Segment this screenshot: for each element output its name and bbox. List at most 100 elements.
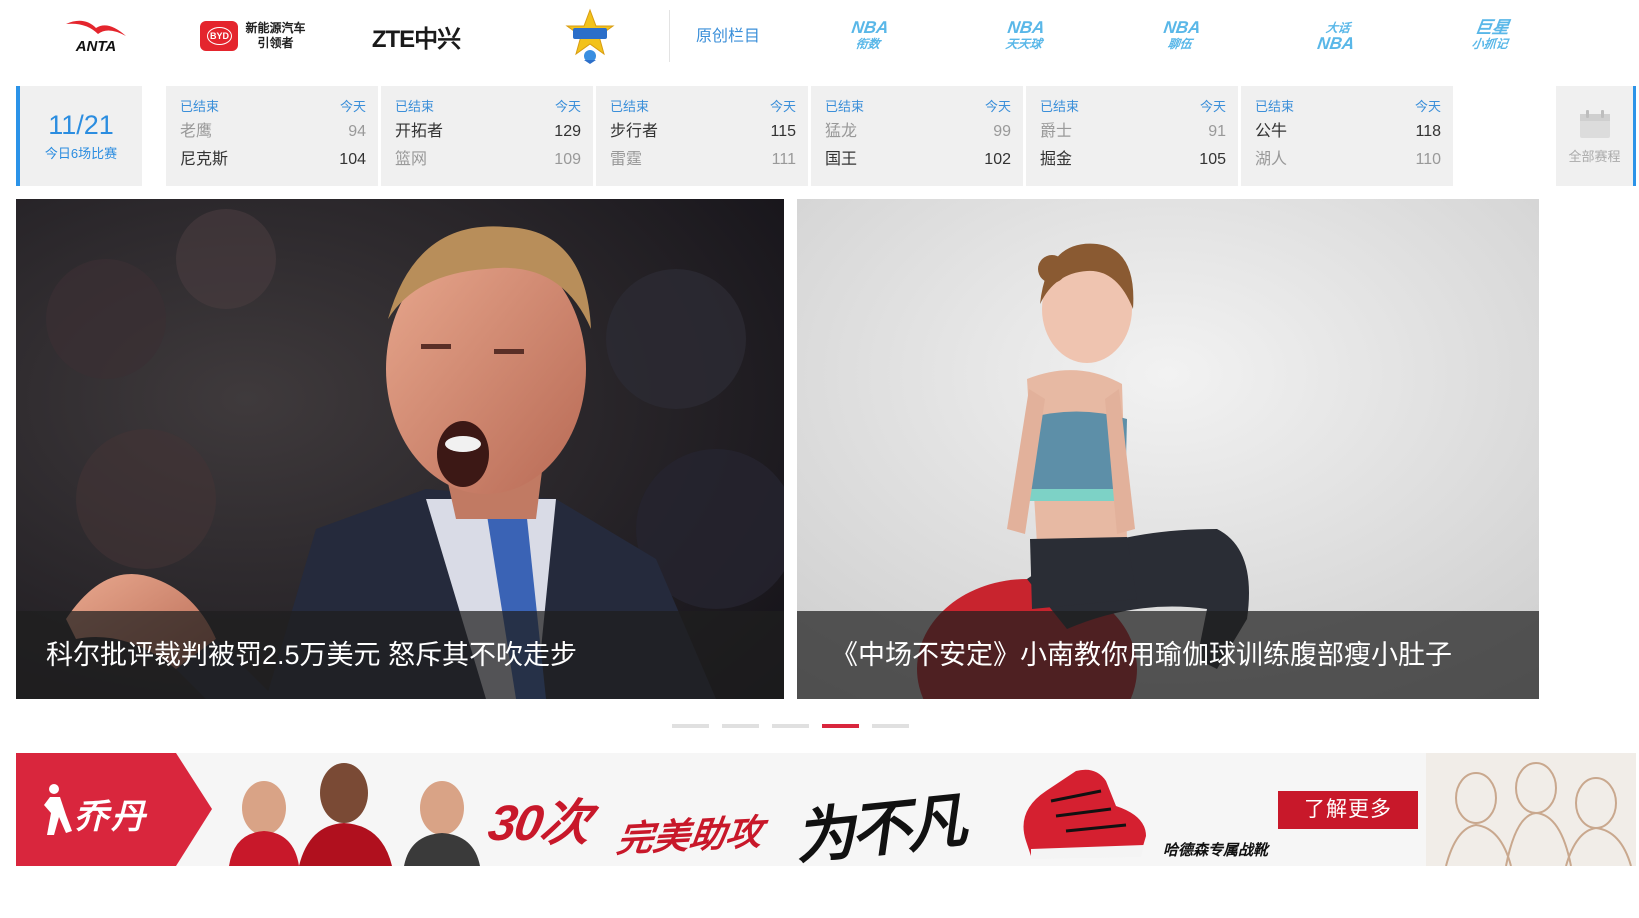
byd-badge-icon: BYD: [200, 21, 239, 51]
byd-slogan: 新能源汽车 引领者: [245, 21, 306, 50]
game-day: 今天: [554, 99, 581, 114]
team-name: 篮网: [395, 151, 428, 168]
program-nba-tiantianqiu[interactable]: NBA 天天球: [978, 10, 1071, 62]
calendar-icon: [1579, 110, 1610, 138]
program-nba-shushu[interactable]: NBA 衔数: [822, 10, 915, 62]
team-score: 105: [1199, 151, 1226, 168]
team-score: 109: [554, 151, 581, 168]
hero-caption-yoga: 《中场不安定》小南教你用瑜伽球训练腹部瘦小肚子: [797, 611, 1539, 699]
team-name: 步行者: [610, 123, 659, 140]
team-score: 115: [770, 123, 796, 140]
game-card[interactable]: 已结束 今天开拓者 129 篮网 109: [381, 86, 593, 186]
game-header: 已结束 今天: [180, 96, 366, 118]
schedule-date-box[interactable]: 11/21 今日6场比赛: [16, 86, 142, 186]
team-score: 102: [984, 151, 1011, 168]
game-card[interactable]: 已结束 今天猛龙 99 国王 102: [811, 86, 1023, 186]
game-card[interactable]: 已结束 今天公牛 118 湖人 110: [1241, 86, 1453, 186]
game-status: 已结束: [1255, 99, 1295, 114]
game-day: 今天: [1414, 99, 1441, 114]
team-name: 公牛: [1255, 123, 1288, 140]
game-home-team: 国王 102: [825, 146, 1011, 174]
carousel-dot[interactable]: [872, 724, 909, 728]
schedule-date: 11/21: [48, 110, 114, 140]
game-home-team: 篮网 109: [395, 146, 581, 174]
program-juxing-zhuaji[interactable]: 巨星 小抓记: [1444, 10, 1537, 62]
team-score: 129: [554, 123, 581, 140]
game-away-team: 猛龙 99: [825, 118, 1011, 146]
game-status: 已结束: [180, 99, 220, 114]
banner-slogan-number: 30次: [484, 795, 594, 851]
byd-logo[interactable]: BYD 新能源汽车 引领者: [188, 8, 318, 64]
players-image: [229, 763, 480, 866]
game-day: 今天: [984, 99, 1011, 114]
sponsor-bar: ANTA BYD 新能源汽车 引领者 ZTE中兴 原创栏目 NBA 衔数 NBA 天…: [16, 0, 1636, 70]
qiaodan-banner-ad[interactable]: 乔丹 30次 完美助攻 为不凡 哈德森专属战靴 了解更多: [16, 753, 1636, 866]
carousel-dot[interactable]: [672, 724, 709, 728]
team-score: 110: [1415, 151, 1441, 168]
scoreboard: 11/21 今日6场比赛 已结束 今天 老鹰 94 尼克斯 104 已结束 今天 开拓者 129 篮…: [16, 86, 1636, 186]
shoe-image: [1023, 769, 1146, 859]
game-header: 已结束 今天: [1255, 96, 1441, 118]
carousel-dot[interactable]: [772, 724, 809, 728]
carousel-dot[interactable]: [822, 724, 859, 728]
team-name: 雷霆: [610, 151, 643, 168]
game-home-team: 雷霆 111: [610, 146, 796, 174]
banner-slogan-brush: 为不凡: [791, 786, 966, 866]
carousel-dot[interactable]: [722, 724, 759, 728]
team-name: 掘金: [1040, 151, 1073, 168]
game-home-team: 尼克斯 104: [180, 146, 366, 174]
team-score: 94: [348, 123, 366, 140]
team-name: 开拓者: [395, 123, 444, 140]
game-header: 已结束 今天: [1040, 96, 1226, 118]
team-name: 猛龙: [825, 123, 858, 140]
sketch-players-image: [1426, 753, 1636, 866]
game-day: 今天: [339, 99, 366, 114]
banner-slogan-text: 完美助攻: [614, 811, 765, 860]
game-home-team: 掘金 105: [1040, 146, 1226, 174]
team-name: 爵士: [1040, 123, 1073, 140]
hero-slide-kerr[interactable]: 科尔批评裁判被罚2.5万美元 怒斥其不吹走步: [16, 199, 784, 699]
schedule-summary: 今日6场比赛: [44, 146, 118, 161]
team-name: 老鹰: [180, 123, 213, 140]
all-schedule-button[interactable]: 全部赛程: [1556, 86, 1636, 186]
game-away-team: 爵士 91: [1040, 118, 1226, 146]
game-away-team: 开拓者 129: [395, 118, 581, 146]
anta-logo-text: ANTA: [75, 37, 117, 55]
learn-more-button[interactable]: 了解更多: [1278, 791, 1418, 829]
all-schedule-label: 全部赛程: [1568, 149, 1621, 164]
qiaodan-brand-text: 乔丹: [74, 798, 148, 836]
game-card[interactable]: 已结束 今天步行者 115 雷霆 111: [596, 86, 808, 186]
game-day: 今天: [1199, 99, 1226, 114]
game-header: 已结束 今天: [395, 96, 581, 118]
allstar-logo[interactable]: [561, 8, 619, 64]
team-score: 118: [1415, 123, 1441, 140]
hero-caption-kerr: 科尔批评裁判被罚2.5万美元 怒斥其不吹走步: [16, 611, 784, 699]
allstar-badge-icon: [565, 8, 615, 64]
game-away-team: 步行者 115: [610, 118, 796, 146]
game-day: 今天: [769, 99, 796, 114]
game-status: 已结束: [825, 99, 865, 114]
game-card[interactable]: 已结束 今天爵士 91 掘金 105: [1026, 86, 1238, 186]
banner-shoe-label: 哈德森专属战靴: [1163, 842, 1269, 859]
game-away-team: 公牛 118: [1255, 118, 1441, 146]
game-card[interactable]: 已结束 今天老鹰 94 尼克斯 104: [166, 86, 378, 186]
program-dahua-nba[interactable]: 大话 NBA: [1290, 10, 1383, 62]
game-header: 已结束 今天: [610, 96, 796, 118]
anta-logo[interactable]: ANTA: [46, 8, 146, 64]
team-score: 104: [339, 151, 366, 168]
team-score: 91: [1208, 123, 1226, 140]
original-columns-link[interactable]: 原创栏目: [696, 22, 760, 46]
team-name: 尼克斯: [180, 151, 229, 168]
team-name: 国王: [825, 151, 858, 168]
game-home-team: 湖人 110: [1255, 146, 1441, 174]
carousel-pager: [672, 724, 922, 728]
team-name: 湖人: [1255, 151, 1288, 168]
team-score: 111: [771, 151, 796, 168]
game-header: 已结束 今天: [825, 96, 1011, 118]
zte-logo[interactable]: ZTE中兴: [366, 8, 466, 64]
program-nba-liaowu[interactable]: NBA 聊伍: [1134, 10, 1227, 62]
hero-slide-yoga[interactable]: 《中场不安定》小南教你用瑜伽球训练腹部瘦小肚子: [797, 199, 1539, 699]
game-away-team: 老鹰 94: [180, 118, 366, 146]
team-score: 99: [993, 123, 1011, 140]
game-status: 已结束: [395, 99, 435, 114]
